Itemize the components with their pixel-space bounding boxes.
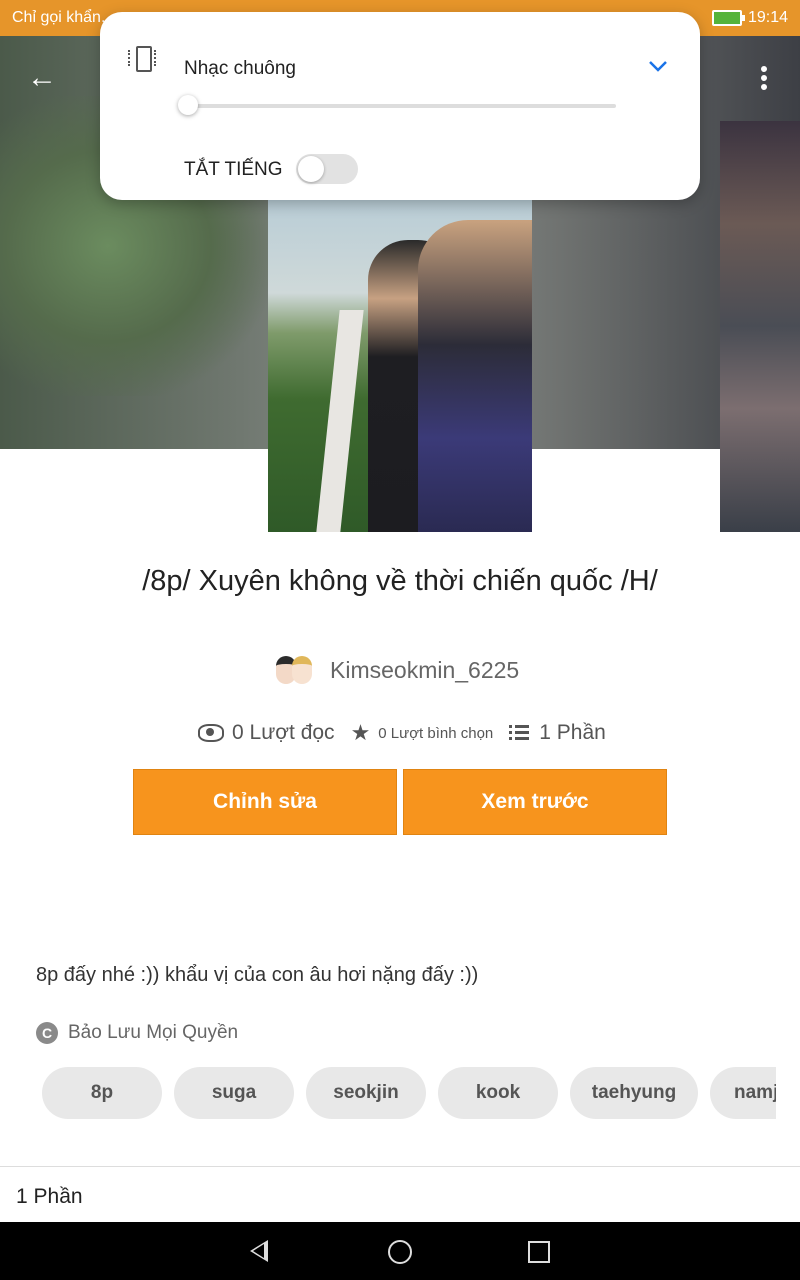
clock: 19:14 (747, 9, 788, 26)
story-cover-image (268, 200, 532, 532)
back-arrow-icon[interactable]: ← (22, 58, 62, 98)
parts-header[interactable]: 1 Phần (16, 1185, 83, 1209)
tag-chip[interactable]: kook (438, 1067, 558, 1119)
tag-chip[interactable]: 8p (42, 1067, 162, 1119)
story-title: /8p/ Xuyên không về thời chiến quốc /H/ (142, 565, 658, 597)
author-link[interactable]: Kimseokmin_6225 (272, 648, 519, 692)
eye-icon (198, 724, 224, 742)
tag-chip[interactable]: taehyung (570, 1067, 698, 1119)
story-stats: 0 Lượt đọc ★ 0 Lượt bình chọn 1 Phần (198, 716, 622, 750)
preview-button[interactable]: Xem trước (403, 769, 667, 835)
mute-label: TẮT TIẾNG (184, 159, 283, 180)
edit-button[interactable]: Chỉnh sửa (133, 769, 397, 835)
mute-toggle[interactable] (296, 154, 358, 184)
volume-slider-thumb[interactable] (178, 95, 198, 115)
copyright-icon: C (36, 1022, 58, 1044)
copyright-text: Bảo Lưu Mọi Quyền (68, 1022, 239, 1043)
volume-panel: Nhạc chuông TẮT TIẾNG (100, 12, 700, 200)
story-description: 8p đấy nhé :)) khẩu vị của con âu hơi nặ… (36, 964, 479, 986)
nav-home-icon[interactable] (388, 1240, 412, 1264)
system-nav-bar (0, 1222, 800, 1280)
avatar (272, 648, 316, 692)
nav-recents-icon[interactable] (528, 1241, 550, 1263)
copyright-notice: C Bảo Lưu Mọi Quyền (36, 1022, 238, 1044)
reads-count: 0 Lượt đọc (232, 721, 335, 744)
list-icon (509, 725, 530, 741)
tag-chip[interactable]: namj (710, 1067, 776, 1119)
ringtone-label: Nhạc chuông (184, 58, 296, 79)
author-name: Kimseokmin_6225 (330, 656, 520, 683)
tag-chip[interactable]: suga (174, 1067, 294, 1119)
next-cover-preview[interactable] (720, 121, 800, 532)
parts-count: 1 Phần (539, 721, 606, 744)
star-icon: ★ (350, 720, 371, 745)
nav-back-icon[interactable] (250, 1240, 268, 1262)
more-options-icon[interactable] (744, 58, 784, 98)
votes-count: 0 Lượt bình chọn (378, 724, 494, 742)
tag-list: 8p suga seokjin kook taehyung namj (42, 1067, 776, 1119)
chevron-down-icon[interactable] (646, 54, 670, 78)
divider (0, 1166, 800, 1167)
tag-chip[interactable]: seokjin (306, 1067, 426, 1119)
battery-icon (711, 10, 745, 26)
status-notification-text: Chỉ gọi khẩn... (12, 9, 115, 26)
ringtone-volume-slider[interactable] (188, 104, 616, 108)
vibrate-icon[interactable] (126, 46, 160, 72)
